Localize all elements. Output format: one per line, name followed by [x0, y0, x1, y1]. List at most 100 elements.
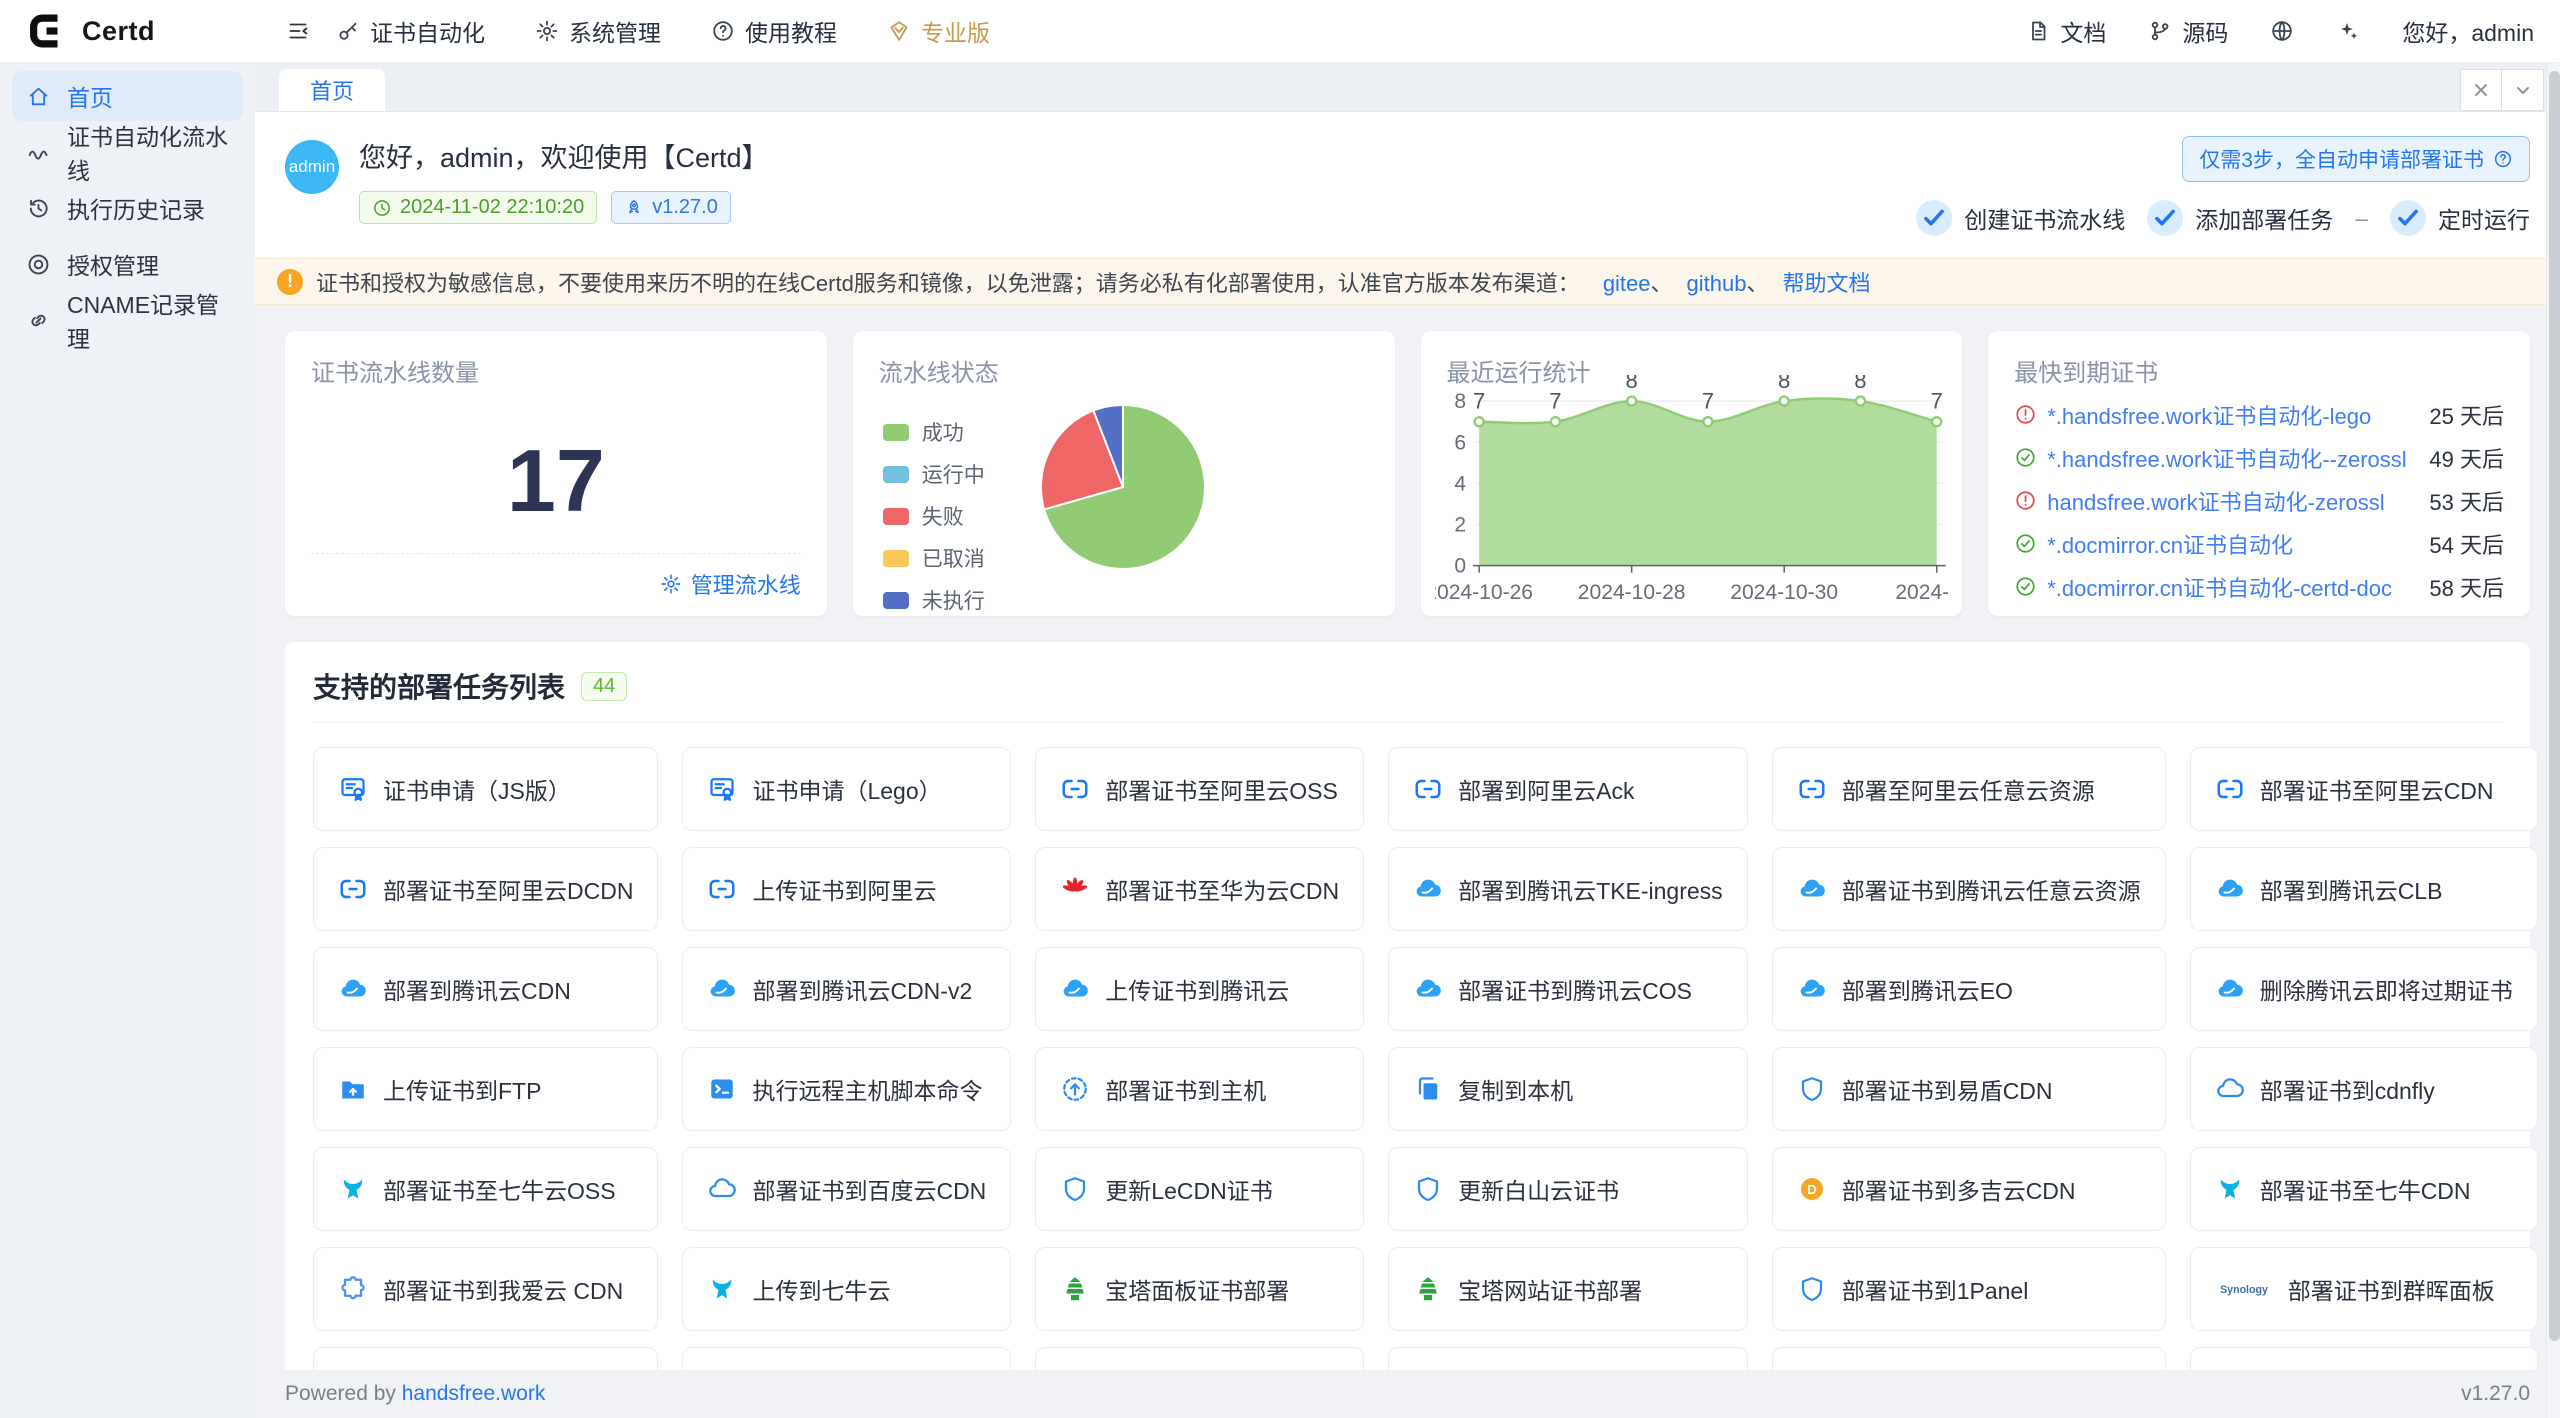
task-card[interactable]: 部署证书到腾讯云COS — [1388, 947, 1748, 1031]
menu-collapse-icon[interactable] — [286, 19, 310, 43]
brand[interactable]: Certd — [26, 10, 266, 52]
sidebar-item-home[interactable]: 首页 — [12, 71, 243, 121]
tencent-icon — [707, 974, 737, 1004]
task-card-partial[interactable] — [1388, 1347, 1748, 1370]
task-card[interactable]: 部署到阿里云Ack — [1388, 747, 1748, 831]
task-card[interactable]: 部署证书至阿里云OSS — [1035, 747, 1364, 831]
sidebar-item-pipelines[interactable]: 证书自动化流水线 — [12, 127, 243, 177]
task-card-partial[interactable] — [1035, 1347, 1364, 1370]
git-branch-icon — [2148, 19, 2172, 43]
alert-link-github[interactable]: github — [1687, 271, 1747, 296]
task-card[interactable]: 复制到本机 — [1388, 1047, 1748, 1131]
guide-step-2[interactable]: 添加部署任务 — [2147, 200, 2333, 236]
task-card[interactable]: 部署至阿里云任意云资源 — [1772, 747, 2166, 831]
handsfree-link[interactable]: handsfree.work — [402, 1382, 546, 1405]
task-label: 证书申请（Lego） — [752, 772, 941, 806]
task-card[interactable]: 删除腾讯云即将过期证书 — [2190, 947, 2538, 1031]
alert-link-帮助文档[interactable]: 帮助文档 — [1783, 271, 1871, 296]
task-card[interactable]: 证书申请（Lego） — [682, 747, 1011, 831]
task-card[interactable]: 部署证书到百度云CDN — [682, 1147, 1011, 1231]
check-circle-icon — [2390, 200, 2426, 236]
task-card[interactable]: 部署证书到1Panel — [1772, 1247, 2166, 1331]
task-label: 部署至阿里云任意云资源 — [1842, 772, 2095, 806]
guide-step-3[interactable]: 定时运行 — [2390, 200, 2530, 236]
user-greeting[interactable]: 您好，admin — [2402, 14, 2534, 48]
shield-icon — [1797, 1274, 1827, 1304]
task-card[interactable]: 部署证书到主机 — [1035, 1047, 1364, 1131]
sidebar-item-cname[interactable]: CNAME记录管理 — [12, 295, 243, 345]
task-card[interactable]: 部署证书到我爱云 CDN — [313, 1247, 658, 1331]
cert-pipeline-link[interactable]: handsfree.work证书自动化-zerossl — [2047, 485, 2419, 517]
task-card[interactable]: 部署到腾讯云TKE-ingress — [1388, 847, 1748, 931]
nav-item-cert-automation[interactable]: 证书自动化 — [336, 14, 485, 48]
avatar[interactable]: admin — [285, 140, 339, 194]
task-card[interactable]: 上传证书到阿里云 — [682, 847, 1011, 931]
task-card[interactable]: 部署证书至七牛CDN — [2190, 1147, 2538, 1231]
task-card[interactable]: 宝塔面板证书部署 — [1035, 1247, 1364, 1331]
scrollbar[interactable] — [2546, 63, 2560, 1418]
task-card[interactable]: 宝塔网站证书部署 — [1388, 1247, 1748, 1331]
task-card[interactable]: Synology部署证书到群晖面板 — [2190, 1247, 2538, 1331]
task-card-partial[interactable] — [682, 1347, 1011, 1370]
tab-menu-button[interactable] — [2502, 69, 2544, 111]
nav-item-pro-edition[interactable]: 专业版 — [887, 14, 990, 48]
nav-item-system-manage[interactable]: 系统管理 — [535, 14, 661, 48]
header-action-docs[interactable]: 文档 — [2026, 14, 2106, 48]
task-card[interactable]: 部署证书至华为云CDN — [1035, 847, 1364, 931]
cert-pipeline-link[interactable]: *.docmirror.cn证书自动化 — [2047, 528, 2419, 560]
tab-home[interactable]: 首页 — [279, 69, 385, 111]
alert-link-separator: 、 — [1651, 271, 1673, 296]
tab-bar: 首页 — [255, 63, 2560, 112]
sidebar-item-label: CNAME记录管理 — [67, 286, 229, 354]
certd-logo-icon — [26, 10, 68, 52]
cert-days-remaining: 54 天后 — [2429, 528, 2504, 560]
tencent-icon — [1797, 974, 1827, 1004]
cert-pipeline-link[interactable]: *.handsfree.work证书自动化--zerossl — [2047, 442, 2419, 474]
task-card-partial[interactable] — [1772, 1347, 2166, 1370]
header-action-theme[interactable] — [2336, 19, 2360, 43]
task-card[interactable]: 执行远程主机脚本命令 — [682, 1047, 1011, 1131]
legend-swatch — [883, 466, 909, 483]
script-icon — [707, 1074, 737, 1104]
tab-close-button[interactable] — [2460, 69, 2502, 111]
task-card[interactable]: 更新白山云证书 — [1388, 1147, 1748, 1231]
task-card-partial[interactable] — [2190, 1347, 2538, 1370]
alert-link-gitee[interactable]: gitee — [1603, 271, 1651, 296]
task-card[interactable]: 部署证书到cdnfly — [2190, 1047, 2538, 1131]
task-card[interactable]: 部署证书至阿里云CDN — [2190, 747, 2538, 831]
manage-pipelines-link[interactable]: 管理流水线 — [660, 568, 801, 600]
guide-step-1[interactable]: 创建证书流水线 — [1916, 200, 2125, 236]
task-card[interactable]: 上传证书到FTP — [313, 1047, 658, 1131]
header-action-source-code[interactable]: 源码 — [2148, 14, 2228, 48]
guide-steps: 创建证书流水线添加部署任务–定时运行 — [1916, 200, 2530, 236]
task-card[interactable]: 部署到腾讯云CLB — [2190, 847, 2538, 931]
task-card[interactable]: 部署证书至阿里云DCDN — [313, 847, 658, 931]
task-card[interactable]: 部署证书到腾讯云任意云资源 — [1772, 847, 2166, 931]
sidebar-item-history[interactable]: 执行历史记录 — [12, 183, 243, 233]
sidebar-item-auth[interactable]: 授权管理 — [12, 239, 243, 289]
history-icon — [26, 196, 51, 221]
task-card[interactable]: 上传证书到腾讯云 — [1035, 947, 1364, 1031]
task-card[interactable]: D部署证书到多吉云CDN — [1772, 1147, 2166, 1231]
cert-pipeline-link[interactable]: *.handsfree.work证书自动化-lego — [2047, 399, 2419, 431]
nav-item-tutorial[interactable]: 使用教程 — [711, 14, 837, 48]
nav-item-label: 专业版 — [921, 14, 990, 48]
header-action-language[interactable] — [2270, 19, 2294, 43]
quick-guide-button[interactable]: 仅需3步，全自动申请部署证书 — [2182, 136, 2530, 182]
task-card[interactable]: 更新LeCDN证书 — [1035, 1147, 1364, 1231]
scrollbar-thumb[interactable] — [2549, 71, 2560, 1341]
task-card[interactable]: 部署证书到易盾CDN — [1772, 1047, 2166, 1131]
check-circle-icon — [2014, 575, 2037, 598]
task-card[interactable]: 部署证书至七牛云OSS — [313, 1147, 658, 1231]
cert-pipeline-link[interactable]: *.docmirror.cn证书自动化-certd-doc — [2047, 571, 2419, 603]
legend-swatch — [883, 508, 909, 525]
task-card-partial[interactable] — [313, 1347, 658, 1370]
pipeline-count-value: 17 — [311, 430, 801, 532]
task-card[interactable]: 部署到腾讯云EO — [1772, 947, 2166, 1031]
task-card[interactable]: 上传到七牛云 — [682, 1247, 1011, 1331]
datetime-tag: 2024-11-02 22:10:20 — [359, 191, 597, 224]
task-card[interactable]: 部署到腾讯云CDN — [313, 947, 658, 1031]
task-card[interactable]: 部署到腾讯云CDN-v2 — [682, 947, 1011, 1031]
task-card[interactable]: 证书申请（JS版） — [313, 747, 658, 831]
doge-icon: D — [1797, 1174, 1827, 1204]
